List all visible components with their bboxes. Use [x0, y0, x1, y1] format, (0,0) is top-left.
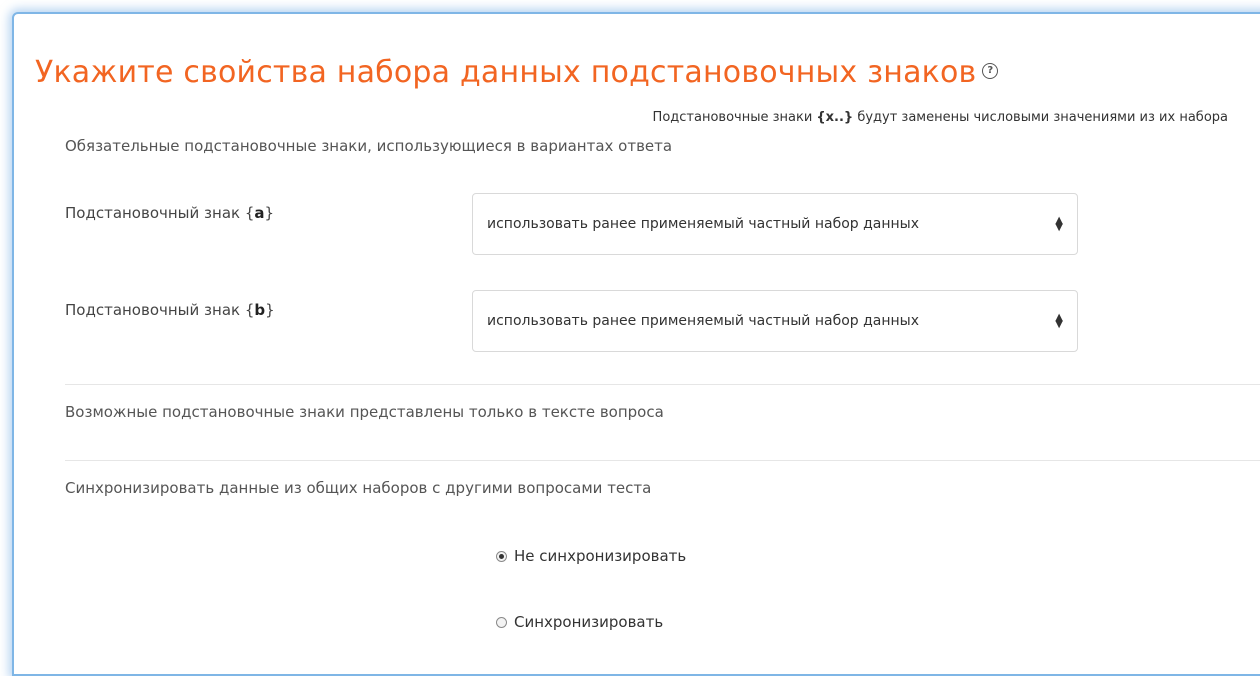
- possible-wildcards-heading: Возможные подстановочные знаки представл…: [65, 403, 664, 421]
- hint-code: {x..}: [816, 110, 854, 125]
- page-title-text: Укажите свойства набора данных подстанов…: [35, 55, 977, 90]
- wildcard-a-dataset-select[interactable]: использовать ранее применяемый частный н…: [472, 193, 1078, 255]
- wildcard-hint: Подстановочные знаки {x..} будут заменен…: [653, 110, 1228, 125]
- radio-checked-icon[interactable]: [496, 550, 507, 562]
- wildcard-b-label-prefix: Подстановочный знак {: [65, 301, 255, 319]
- radio-sync[interactable]: Синхронизировать: [496, 613, 663, 631]
- wildcard-a-name: a: [254, 204, 265, 222]
- radio-unchecked-icon[interactable]: [496, 616, 507, 628]
- wildcard-a-label-prefix: Подстановочный знак {: [65, 204, 255, 222]
- wildcard-b-selected-value: использовать ранее применяемый частный н…: [487, 313, 920, 329]
- wildcard-b-label-suffix: }: [265, 301, 275, 319]
- radio-no-sync[interactable]: Не синхронизировать: [496, 547, 686, 565]
- divider: [65, 460, 1260, 461]
- mandatory-wildcards-heading: Обязательные подстановочные знаки, испол…: [65, 137, 673, 155]
- help-circle-icon[interactable]: ?: [982, 62, 999, 79]
- select-caret-icon: ▲ ▼: [1055, 311, 1063, 330]
- wildcard-a-label: Подстановочный знак {a}: [65, 204, 274, 222]
- hint-suffix: будут заменены числовыми значениями из и…: [853, 110, 1228, 125]
- radio-no-sync-label: Не синхронизировать: [514, 547, 687, 565]
- wildcard-b-dataset-select[interactable]: использовать ранее применяемый частный н…: [472, 290, 1078, 352]
- hint-prefix: Подстановочные знаки: [652, 110, 817, 125]
- page-title: Укажите свойства набора данных подстанов…: [35, 55, 999, 90]
- wildcard-b-name: b: [254, 301, 266, 319]
- wildcard-b-label: Подстановочный знак {b}: [65, 301, 275, 319]
- wildcard-a-selected-value: использовать ранее применяемый частный н…: [487, 216, 920, 232]
- radio-sync-label: Синхронизировать: [514, 613, 664, 631]
- sync-heading: Синхронизировать данные из общих наборов…: [65, 479, 652, 497]
- select-caret-icon: ▲ ▼: [1055, 214, 1063, 233]
- wildcard-a-label-suffix: }: [264, 204, 275, 222]
- divider: [65, 384, 1260, 385]
